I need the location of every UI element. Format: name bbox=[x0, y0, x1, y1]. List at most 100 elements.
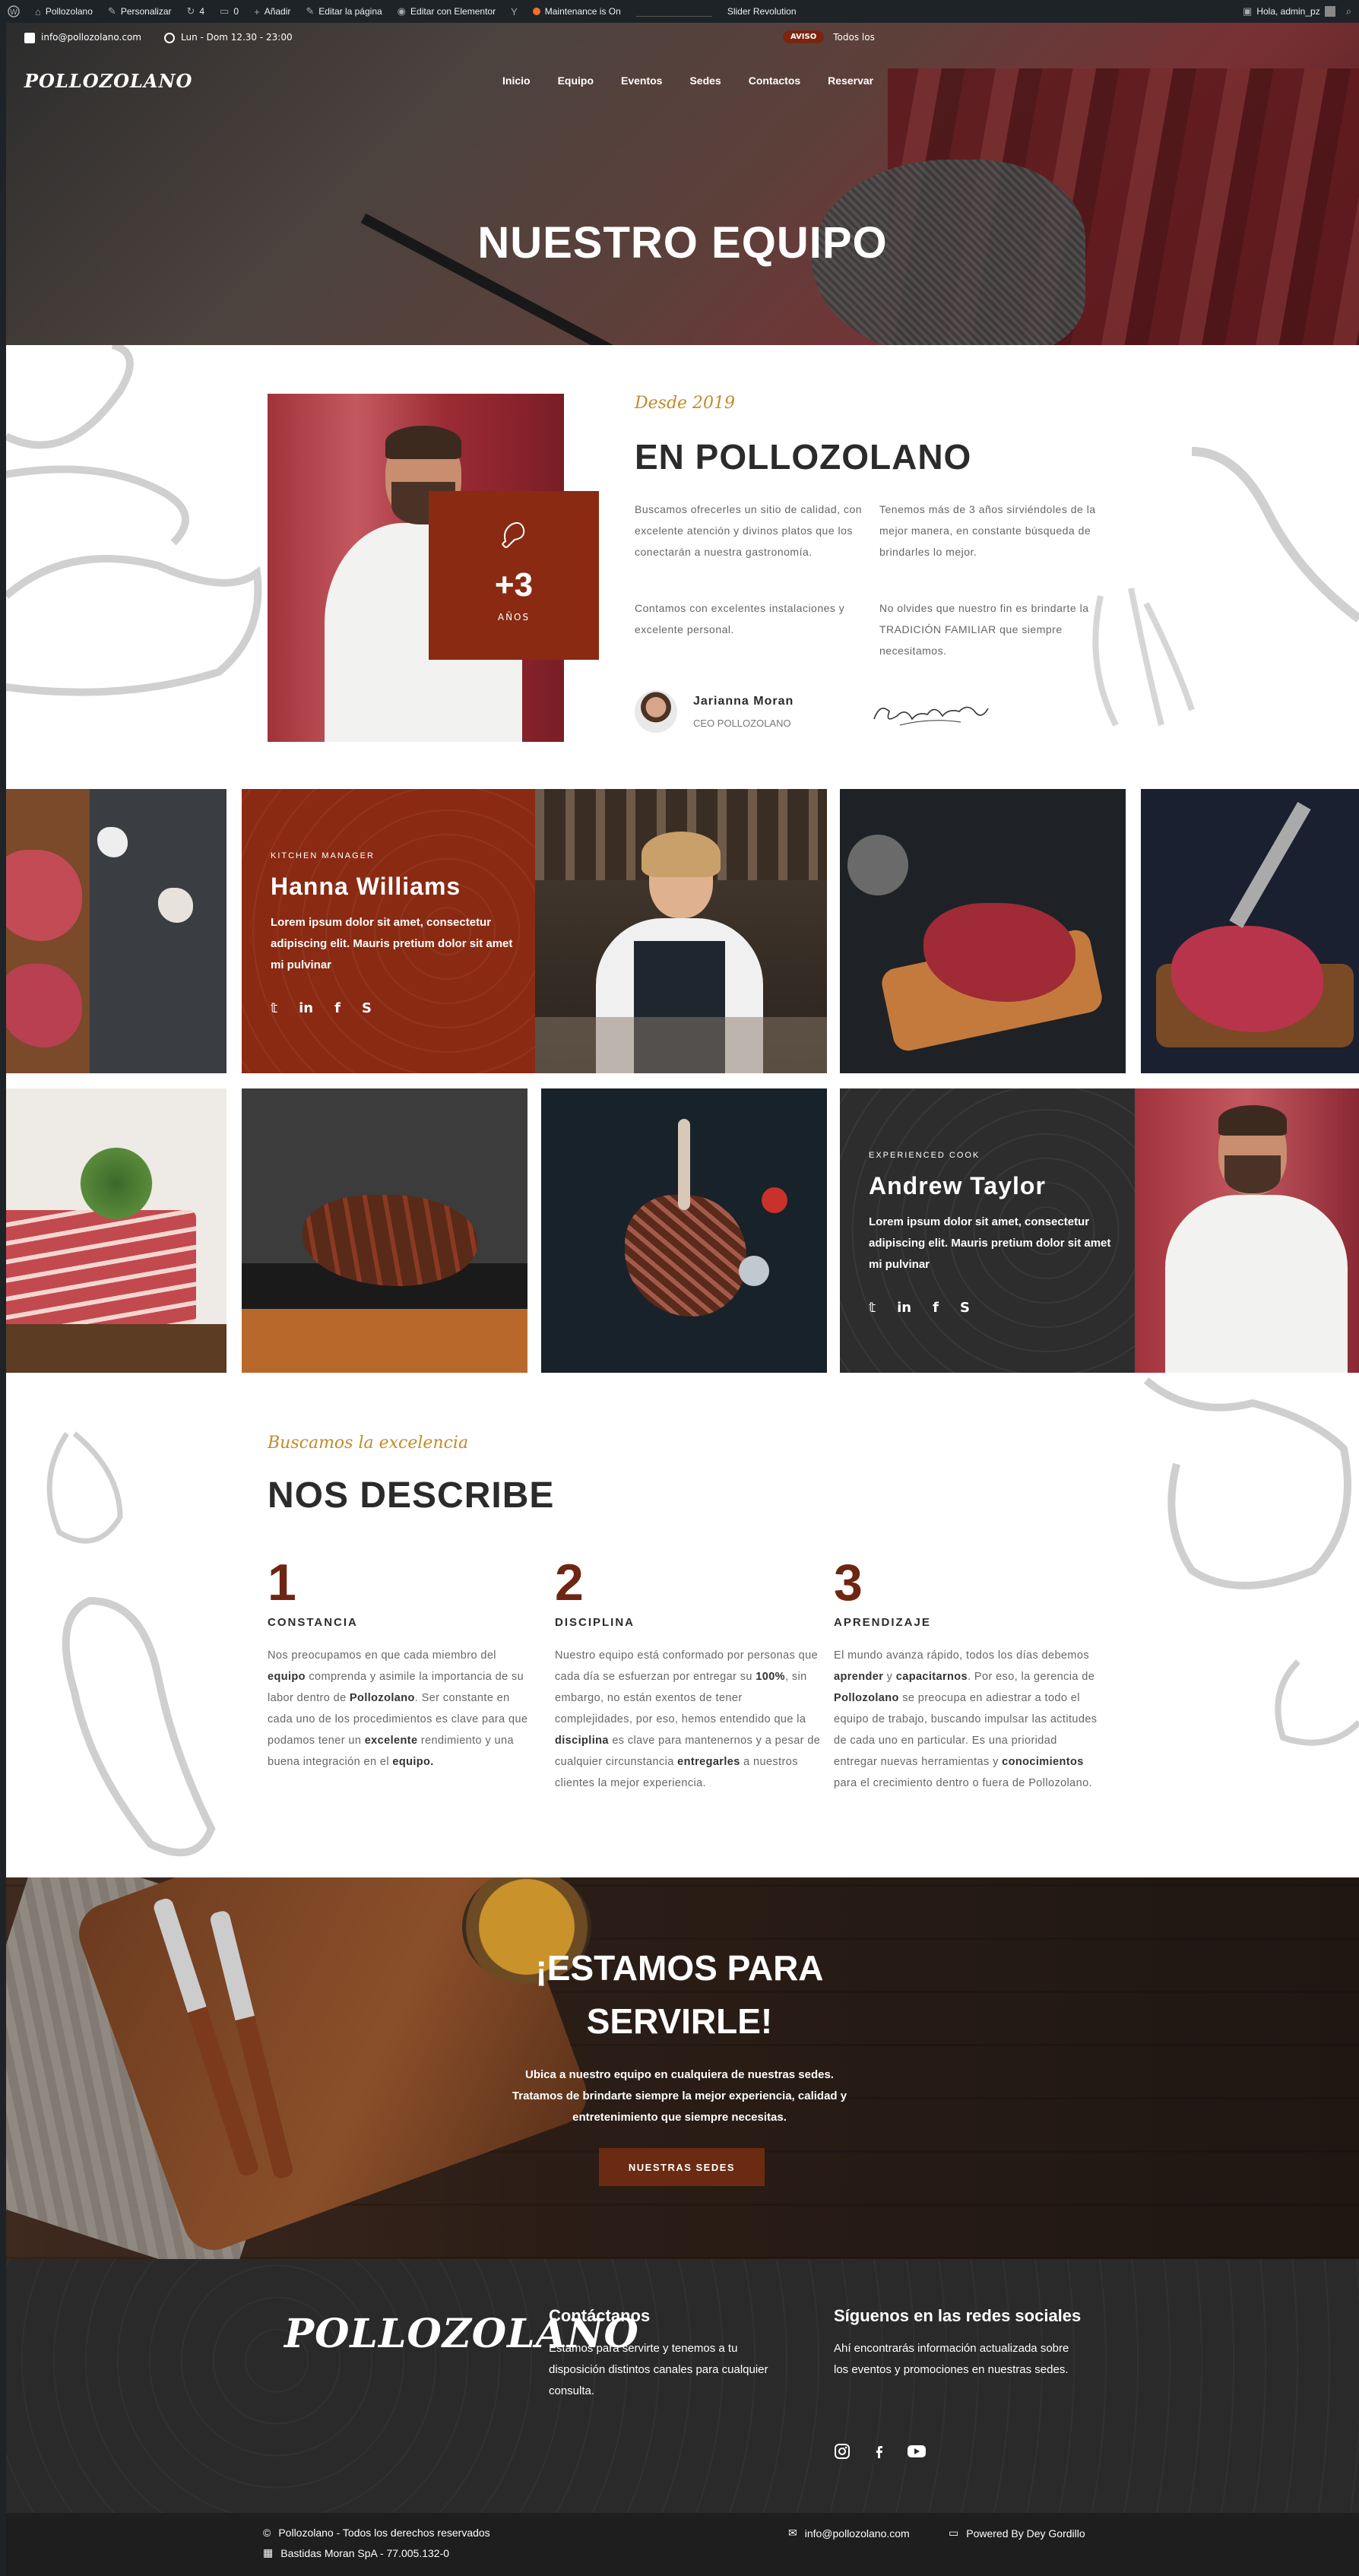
footer-contact-text: Estamos para servirte y tenemos a tu dis… bbox=[549, 2342, 768, 2397]
team-photo-andrew bbox=[1135, 1088, 1359, 1373]
about-paragraph-3: Tenemos más de 3 años sirviéndoles de la… bbox=[879, 503, 1096, 558]
page: W ⌂ Pollozolano ✎ Personalizar ↻ 4 ▭ 0 + Añad… bbox=[0, 0, 1359, 2576]
admin-add-new-link[interactable]: + Añadir bbox=[254, 6, 290, 17]
nav-eventos[interactable]: Eventos bbox=[621, 74, 662, 87]
brush-icon: ✎ bbox=[107, 5, 116, 17]
admin-maintenance-link[interactable]: Maintenance is On bbox=[532, 6, 621, 17]
gallery-tile-steak-rosemary bbox=[6, 1088, 226, 1373]
gallery-tile-raw-steak bbox=[1141, 789, 1359, 1073]
decorative-doodles bbox=[46, 1377, 1359, 1857]
building-icon: ▦ bbox=[263, 2546, 274, 2559]
left-edge bbox=[0, 23, 6, 2576]
team-role: EXPERIENCED COOK bbox=[869, 1151, 980, 1160]
notice-text: Todos los bbox=[833, 31, 875, 43]
clock-icon bbox=[163, 32, 175, 43]
value-number: 3 bbox=[834, 1554, 863, 1611]
linkedin-icon[interactable]: in bbox=[897, 1300, 911, 1316]
team-card-andrew: EXPERIENCED COOK Andrew Taylor Lorem ips… bbox=[840, 1088, 1135, 1373]
monitor-icon: ▭ bbox=[949, 2527, 959, 2539]
value-text-aprendizaje: El mundo avanza rápido, todos los días d… bbox=[834, 1649, 1098, 1789]
value-number: 2 bbox=[555, 1554, 584, 1611]
copyright-icon: © bbox=[263, 2527, 271, 2539]
ceo-signature bbox=[873, 706, 989, 726]
email-icon: ✉ bbox=[788, 2527, 797, 2539]
facebook-icon[interactable]: f bbox=[334, 1000, 341, 1016]
team-card-hanna: KITCHEN MANAGER Hanna Williams Lorem ips… bbox=[242, 789, 535, 1073]
twitter-icon[interactable]: 𝕥 bbox=[869, 1300, 876, 1316]
admin-site-link[interactable]: ⌂ Pollozolano bbox=[35, 6, 93, 17]
about-since: Desde 2019 bbox=[635, 394, 736, 413]
admin-yoast-link[interactable]: Y bbox=[511, 6, 518, 17]
nav-inicio[interactable]: Inicio bbox=[502, 74, 531, 87]
footer-social-links bbox=[834, 2443, 927, 2464]
comment-icon: ▭ bbox=[220, 5, 230, 17]
nav-equipo[interactable]: Equipo bbox=[558, 74, 594, 87]
skype-icon[interactable]: S bbox=[362, 1000, 372, 1016]
ceo-role: CEO POLLOZOLANO bbox=[693, 718, 791, 729]
admin-search-field[interactable] bbox=[635, 6, 712, 17]
nav-reservar[interactable]: Reservar bbox=[828, 74, 873, 87]
about-title: EN POLLOZOLANO bbox=[635, 437, 972, 477]
admin-bar-right: ▣ Hola, admin_pz ⌕ bbox=[1243, 5, 1351, 17]
admin-updates-link[interactable]: ↻ 4 bbox=[187, 5, 205, 17]
site-logo[interactable]: POLLOZOLANO bbox=[24, 70, 192, 92]
pencil-icon: ✎ bbox=[306, 5, 315, 17]
footer-social-text: Ahí encontrarás información actualizada … bbox=[834, 2342, 1069, 2376]
team-role: KITCHEN MANAGER bbox=[271, 851, 375, 860]
company-info: ▦ Bastidas Moran SpA - 77.005.132-0 bbox=[263, 2546, 450, 2559]
admin-edit-page-link[interactable]: ✎ Editar la página bbox=[306, 5, 382, 17]
value-title: APRENDIZAJE bbox=[834, 1616, 931, 1629]
youtube-icon[interactable] bbox=[907, 2443, 927, 2464]
page-title: NUESTRO EQUIPO bbox=[477, 218, 888, 268]
top-hours: Lun - Dom 12.30 - 23:00 bbox=[163, 32, 293, 43]
instagram-icon[interactable] bbox=[834, 2443, 851, 2464]
admin-comments-link[interactable]: ▭ 0 bbox=[220, 5, 239, 17]
footer-email[interactable]: ✉ info@pollozolano.com bbox=[788, 2527, 910, 2540]
describe-subtitle: Buscamos la excelencia bbox=[268, 1434, 469, 1453]
years-number: +3 bbox=[494, 566, 534, 604]
nav-sedes[interactable]: Sedes bbox=[689, 74, 721, 87]
gallery-tile-steak-board bbox=[840, 789, 1126, 1073]
wordpress-icon[interactable]: W bbox=[8, 5, 20, 17]
lock-icon: ▣ bbox=[1243, 5, 1253, 17]
plus-icon: + bbox=[254, 5, 260, 17]
notice-badge: AVISO bbox=[783, 30, 825, 43]
home-icon: ⌂ bbox=[35, 5, 41, 17]
chicken-leg-icon bbox=[429, 514, 599, 559]
admin-slider-link[interactable]: Slider Revolution bbox=[727, 6, 797, 17]
nuestras-sedes-button[interactable]: NUESTRAS SEDES bbox=[599, 2148, 765, 2186]
years-label: AÑOS bbox=[497, 612, 531, 623]
gallery-tile-grilled-meat bbox=[242, 1088, 527, 1373]
admin-elementor-link[interactable]: ◉ Editar con Elementor bbox=[398, 5, 496, 17]
value-title: DISCIPLINA bbox=[555, 1616, 635, 1629]
admin-account-link[interactable]: ▣ Hola, admin_pz bbox=[1243, 5, 1335, 17]
twitter-icon[interactable]: 𝕥 bbox=[271, 1000, 277, 1016]
admin-bar: W ⌂ Pollozolano ✎ Personalizar ↻ 4 ▭ 0 + Añad… bbox=[0, 0, 1359, 23]
nav-contactos[interactable]: Contactos bbox=[749, 74, 800, 87]
linkedin-icon[interactable]: in bbox=[299, 1000, 313, 1016]
about-paragraph-2: Contamos con excelentes instalaciones y … bbox=[635, 602, 845, 635]
value-title: CONSTANCIA bbox=[268, 1616, 358, 1629]
admin-customize-link[interactable]: ✎ Personalizar bbox=[108, 5, 172, 17]
status-dot-icon bbox=[532, 8, 540, 15]
gallery-tile-tomahawk bbox=[541, 1088, 827, 1373]
powered-by[interactable]: ▭ Powered By Dey Gordillo bbox=[949, 2527, 1085, 2540]
avatar bbox=[1324, 6, 1335, 17]
top-email[interactable]: info@pollozolano.com bbox=[24, 32, 141, 43]
yoast-icon: Y bbox=[511, 5, 518, 17]
facebook-icon[interactable] bbox=[870, 2443, 887, 2464]
footer-contact-title: Contáctanos bbox=[549, 2306, 651, 2325]
search-icon[interactable]: ⌕ bbox=[1346, 5, 1351, 17]
facebook-icon[interactable]: f bbox=[933, 1300, 939, 1316]
top-info-bar: info@pollozolano.com Lun - Dom 12.30 - 2… bbox=[24, 32, 293, 43]
main-nav: Inicio Equipo Eventos Sedes Contactos Re… bbox=[502, 74, 873, 87]
skype-icon[interactable]: S bbox=[960, 1300, 970, 1316]
hero-banner: info@pollozolano.com Lun - Dom 12.30 - 2… bbox=[6, 23, 1359, 345]
about-paragraph-1: Buscamos ofrecerles un sitio de calidad,… bbox=[635, 503, 863, 558]
describe-title: NOS DESCRIBE bbox=[268, 1475, 555, 1516]
svg-text:W: W bbox=[10, 8, 17, 17]
email-icon bbox=[24, 32, 35, 43]
team-description: Lorem ipsum dolor sit amet, consectetur … bbox=[271, 916, 513, 971]
value-text-disciplina: Nuestro equipo está conformado por perso… bbox=[555, 1649, 821, 1789]
footer-social-title: Síguenos en las redes sociales bbox=[834, 2306, 1082, 2325]
